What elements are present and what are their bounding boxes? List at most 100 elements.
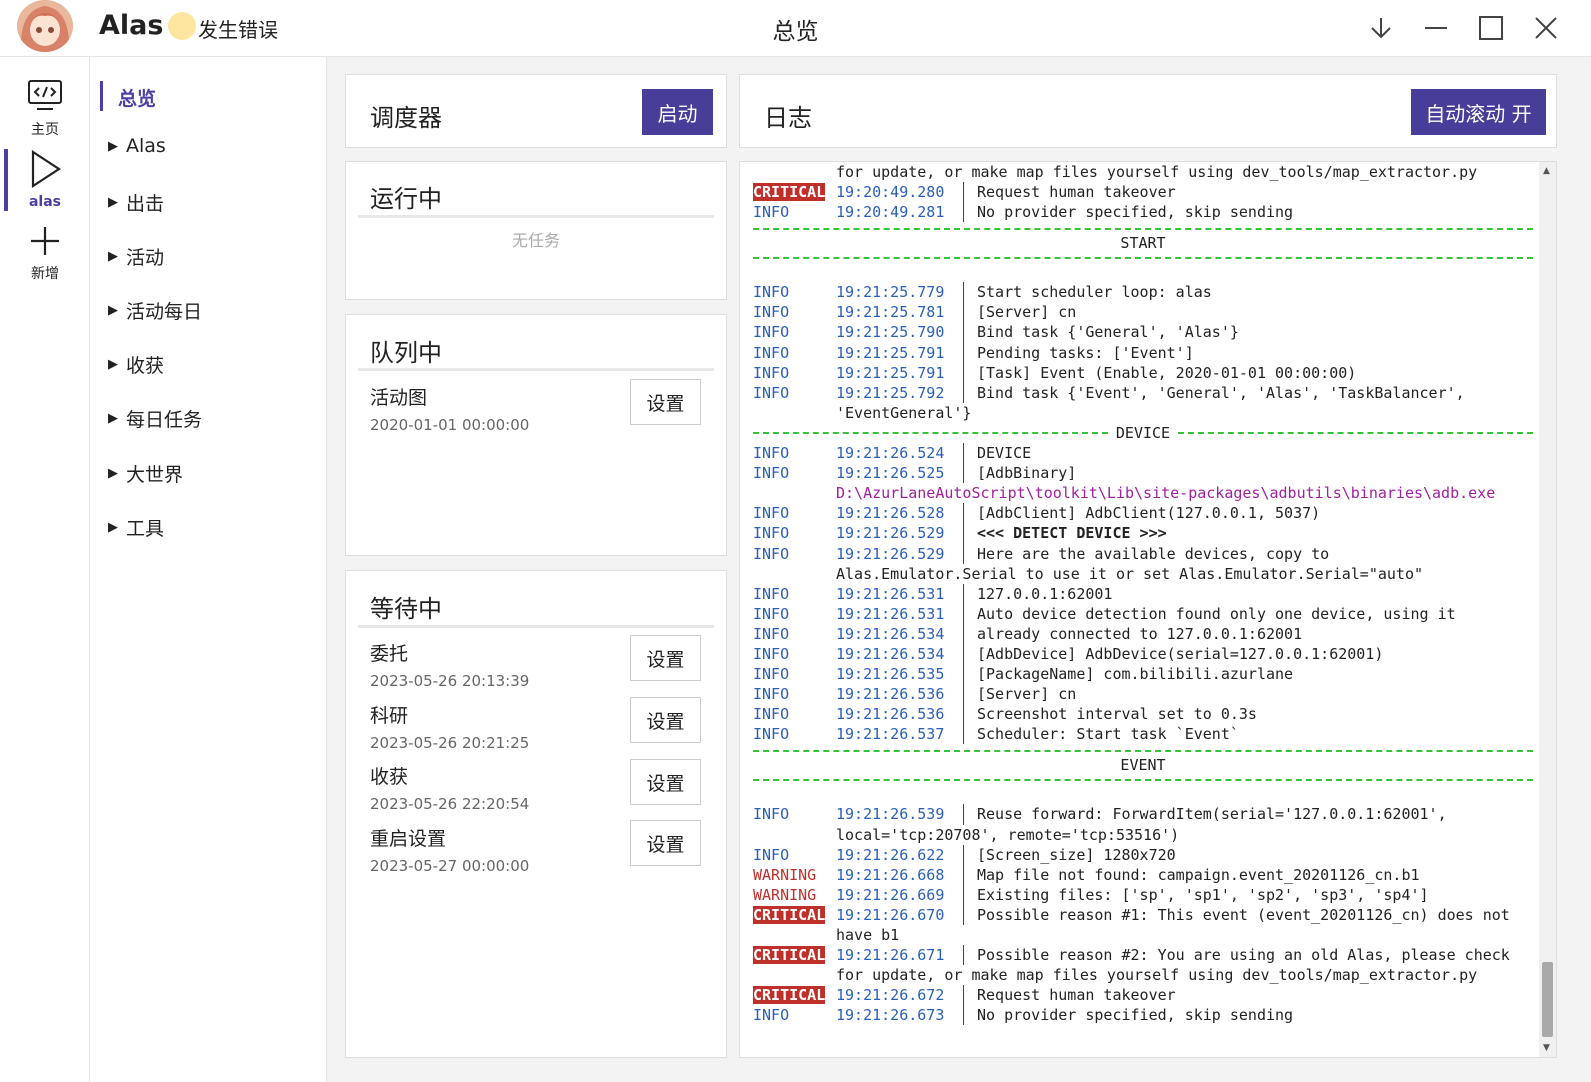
log-line: INFO 19:21:26.536 [Server] cn xyxy=(753,684,1533,705)
rail-label-add: 新增 xyxy=(31,266,59,282)
task-time: 2023-05-26 20:13:39 xyxy=(370,672,530,690)
log-continuation: Alas.Emulator.Serial to use it or set Al… xyxy=(836,564,1423,583)
menu-item-event-daily[interactable]: ▶ 活动每日 xyxy=(108,297,202,324)
app-name: Alas xyxy=(99,10,164,41)
minimize-button[interactable] xyxy=(1414,6,1458,50)
running-title: 运行中 xyxy=(370,185,442,213)
log-message: Here are the available devices, copy to xyxy=(977,544,1330,563)
autoscroll-toggle-button[interactable]: 自动滚动 开 xyxy=(1411,89,1546,135)
log-message: [PackageName] com.bilibili.azurlane xyxy=(977,665,1294,684)
log-level: INFO xyxy=(753,363,790,382)
log-continuation: for update, or make map files yourself u… xyxy=(836,966,1478,985)
start-button[interactable]: 启动 xyxy=(642,89,713,135)
log-time: 19:21:25.791 xyxy=(836,343,945,362)
log-level: CRITICAL xyxy=(753,905,826,924)
log-time: 19:21:25.781 xyxy=(836,303,945,322)
log-message: DEVICE xyxy=(977,444,1032,463)
log-message: Request human takeover xyxy=(977,183,1176,202)
menu-item-event[interactable]: ▶ 活动 xyxy=(108,243,164,270)
task-name: 委托 xyxy=(370,643,409,665)
menu-item-sortie[interactable]: ▶ 出击 xyxy=(108,189,164,216)
log-message: Existing files: ['sp', 'sp1', 'sp2', 'sp… xyxy=(977,885,1429,904)
log-time: 19:21:26.534 xyxy=(836,624,945,643)
log-banner: EVENT xyxy=(753,744,1533,784)
log-message: [AdbDevice] AdbDevice(serial=127.0.0.1:6… xyxy=(977,644,1384,663)
log-output[interactable]: for update, or make map files yourself u… xyxy=(739,161,1557,1058)
menu-item-label: Alas xyxy=(126,135,166,157)
log-line: INFO 19:21:26.524 DEVICE xyxy=(753,443,1533,464)
download-icon[interactable] xyxy=(1359,6,1403,50)
log-time: 19:21:26.536 xyxy=(836,705,945,724)
pending-card: 队列中 活动图 2020-01-01 00:00:00 设置 xyxy=(345,314,727,556)
log-continuation: 'EventGeneral'} xyxy=(836,403,972,422)
log-time: 19:21:26.531 xyxy=(836,584,945,603)
log-continuation: for update, or make map files yourself u… xyxy=(836,163,1478,181)
log-line: INFO 19:21:25.791 [Task] Event (Enable, 20… xyxy=(753,362,1533,383)
task-name: 科研 xyxy=(370,705,409,727)
maximize-button[interactable] xyxy=(1469,6,1513,50)
expand-triangle-icon: ▶ xyxy=(108,466,118,481)
log-level: INFO xyxy=(753,805,790,824)
log-scrollbar[interactable]: ▲ ▼ xyxy=(1539,162,1556,1057)
close-button[interactable] xyxy=(1524,6,1568,50)
log-level: INFO xyxy=(753,524,790,543)
log-time: 19:21:25.790 xyxy=(836,323,945,342)
log-line: INFO 19:21:26.528 [AdbClient] AdbClient(12… xyxy=(753,503,1533,524)
log-message: Screenshot interval set to 0.3s xyxy=(977,705,1257,724)
log-message: [Server] cn xyxy=(977,303,1077,322)
menu-item-opsi[interactable]: ▶ 大世界 xyxy=(108,460,183,487)
log-level: INFO xyxy=(753,383,790,402)
log-time: 19:21:26.529 xyxy=(836,524,945,543)
rail-item-alas[interactable]: alas xyxy=(0,149,90,214)
log-time: 19:21:25.791 xyxy=(836,363,945,382)
menu-item-daily[interactable]: ▶ 每日任务 xyxy=(108,405,202,432)
rail-label-alas: alas xyxy=(28,194,62,210)
log-time: 19:21:26.529 xyxy=(836,544,945,563)
menu-item-overview[interactable]: 总览 xyxy=(118,84,156,111)
scroll-up-icon[interactable]: ▲ xyxy=(1543,166,1550,176)
log-title: 日志 xyxy=(764,104,812,132)
log-line: INFO 19:21:25.791 Pending tasks: ['Event'] xyxy=(753,342,1533,363)
menu-item-tools[interactable]: ▶ 工具 xyxy=(108,514,164,541)
log-line: INFO 19:21:26.534 [AdbDevice] AdbDevice(se… xyxy=(753,643,1533,665)
nav-rail: 主页 alas 新增 xyxy=(0,57,90,1082)
log-level: INFO xyxy=(753,845,790,864)
scroll-thumb[interactable] xyxy=(1542,962,1553,1037)
log-time: 19:21:26.539 xyxy=(836,805,945,824)
task-settings-button[interactable]: 设置 xyxy=(630,697,701,743)
log-line: INFO 19:20:49.281 No provider specified, s… xyxy=(753,202,1533,223)
log-line: INFO 19:21:26.529 Here are the available d… xyxy=(753,543,1533,564)
divider xyxy=(358,625,714,628)
task-settings-button[interactable]: 设置 xyxy=(630,820,701,866)
log-message: No provider specified, skip sending xyxy=(977,203,1294,222)
task-settings-button[interactable]: 设置 xyxy=(630,759,701,805)
menu-item-label: 工具 xyxy=(126,518,165,540)
log-time: 19:21:26.673 xyxy=(836,1006,945,1025)
log-time: 19:21:26.668 xyxy=(836,865,945,884)
task-name: 收获 xyxy=(370,766,409,788)
log-header-card: 日志 自动滚动 开 xyxy=(739,74,1557,148)
scroll-down-icon[interactable]: ▼ xyxy=(1543,1043,1550,1053)
log-banner-text: DEVICE xyxy=(1115,423,1171,442)
log-time: 19:21:25.792 xyxy=(836,383,945,402)
rail-item-add[interactable]: 新增 xyxy=(0,225,90,289)
menu-item-alas[interactable]: ▶ Alas xyxy=(108,135,166,157)
log-message: [AdbBinary] xyxy=(977,464,1077,483)
log-level: WARNING xyxy=(753,885,817,904)
divider xyxy=(358,215,714,218)
log-message: Request human takeover xyxy=(977,986,1176,1005)
log-level: CRITICAL xyxy=(753,946,826,965)
log-time: 19:21:26.537 xyxy=(836,725,945,744)
expand-triangle-icon: ▶ xyxy=(108,303,118,318)
log-time: 19:21:26.536 xyxy=(836,685,945,704)
log-line: INFO 19:21:26.673 No provider specified, s… xyxy=(753,1005,1533,1026)
scheduler-card: 调度器 启动 xyxy=(345,74,727,148)
rail-item-home[interactable]: 主页 xyxy=(0,79,90,143)
menu-item-label: 出击 xyxy=(126,193,165,215)
task-settings-button[interactable]: 设置 xyxy=(630,635,701,681)
log-line: CRITICAL 19:21:26.670 Possible reason #1: … xyxy=(753,904,1533,925)
task-settings-button[interactable]: 设置 xyxy=(630,379,701,425)
divider xyxy=(358,368,714,371)
menu-item-harvest[interactable]: ▶ 收获 xyxy=(108,351,164,378)
log-level: INFO xyxy=(753,604,790,623)
